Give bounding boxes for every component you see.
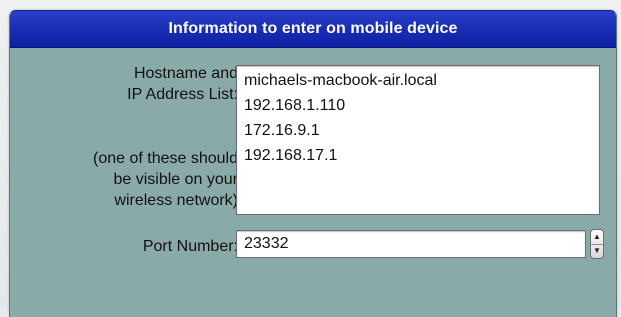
port-stepper[interactable]: ▲ ▼ xyxy=(590,229,604,259)
panel-title: Information to enter on mobile device xyxy=(10,11,616,48)
port-number-field[interactable]: 23332 xyxy=(236,230,586,258)
stepper-down-button[interactable]: ▼ xyxy=(591,244,603,258)
triangle-down-icon: ▼ xyxy=(593,246,601,255)
address-item[interactable]: 192.168.17.1 xyxy=(244,143,599,168)
address-list[interactable]: michaels-macbook-air.local 192.168.1.110… xyxy=(236,65,600,215)
address-item[interactable]: 192.168.1.110 xyxy=(244,93,599,118)
hostname-label: Hostname and IP Address List: xyxy=(127,65,238,103)
triangle-up-icon: ▲ xyxy=(593,232,601,241)
mobile-info-panel: Information to enter on mobile device Ho… xyxy=(9,10,617,317)
port-number-label: Port Number: xyxy=(142,238,238,255)
network-hint-label: (one of these should be visible on your … xyxy=(93,150,238,209)
address-item[interactable]: 172.16.9.1 xyxy=(244,118,599,143)
stepper-up-button[interactable]: ▲ xyxy=(591,230,603,245)
address-item[interactable]: michaels-macbook-air.local xyxy=(244,68,599,93)
